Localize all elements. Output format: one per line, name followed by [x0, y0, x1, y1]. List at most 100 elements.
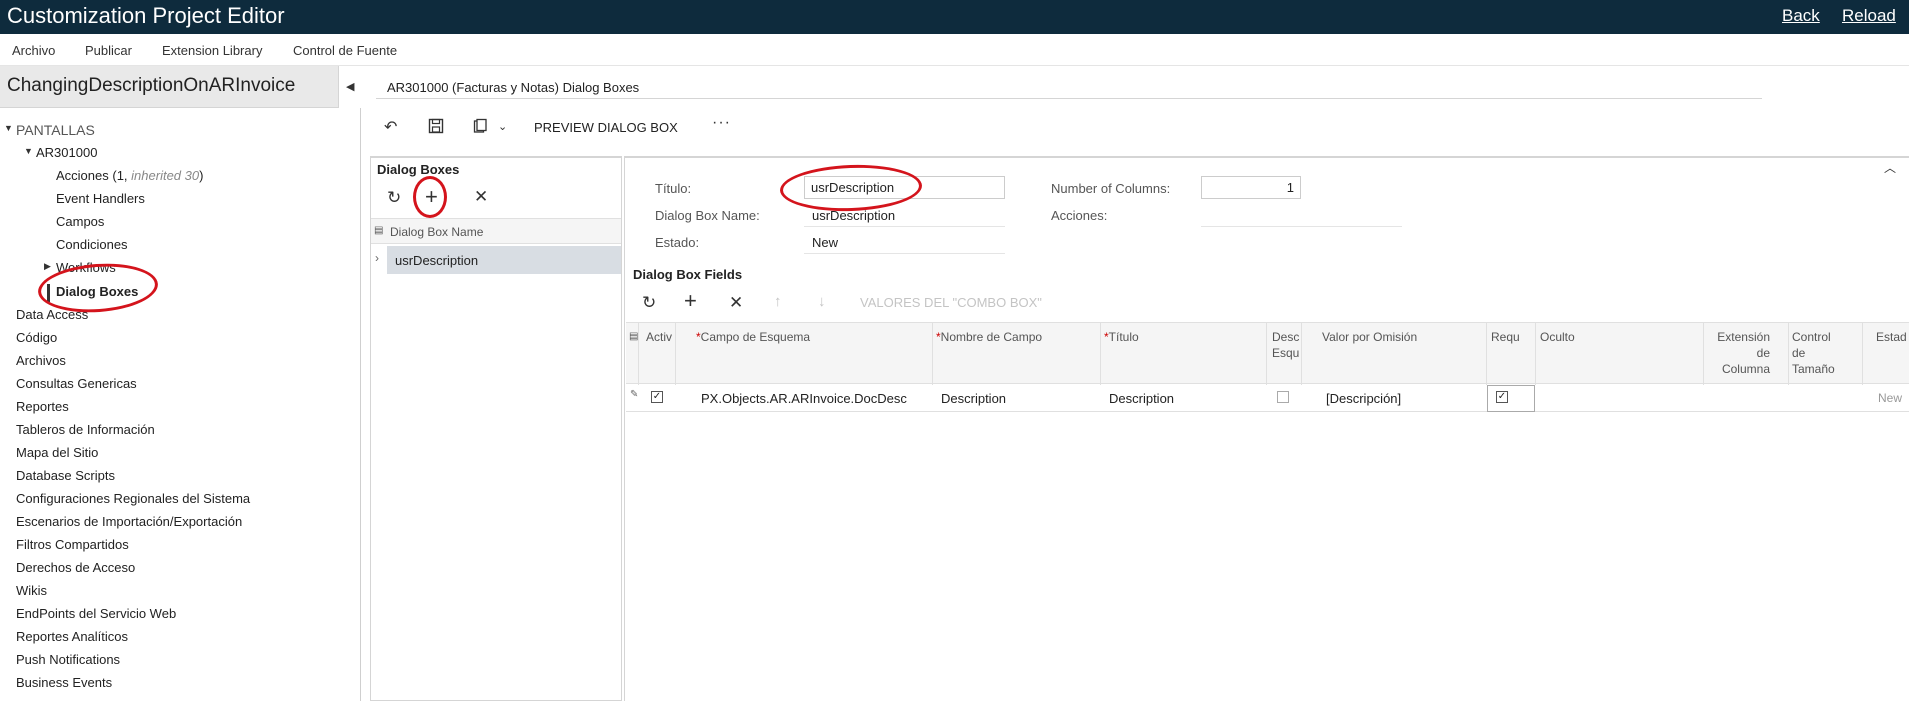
tree-node-mapa-sitio[interactable]: Mapa del Sitio	[16, 445, 98, 460]
column-header-titulo[interactable]: *Título	[1104, 329, 1139, 345]
tree-node-endpoints[interactable]: EndPoints del Servicio Web	[16, 606, 176, 621]
delete-icon[interactable]: ✕	[729, 294, 743, 311]
tree-node-archivos[interactable]: Archivos	[16, 353, 66, 368]
tree-node-business-events[interactable]: Business Events	[16, 675, 112, 690]
tree-node-ar301000[interactable]: ▼ AR301000	[24, 145, 97, 160]
selection-indicator	[47, 284, 50, 302]
tree-node-derechos[interactable]: Derechos de Acceso	[16, 560, 135, 575]
nombre-campo-cell[interactable]: Description	[941, 391, 1006, 406]
refresh-icon[interactable]: ↻	[387, 189, 401, 206]
estado-cell: New	[1878, 391, 1903, 405]
header-label: Tamaño	[1792, 362, 1835, 376]
reload-link[interactable]: Reload	[1842, 6, 1896, 26]
field-underline	[804, 253, 1005, 254]
column-header-estado[interactable]: Estad	[1876, 329, 1907, 345]
collapse-form-icon[interactable]: ︿	[1884, 162, 1896, 174]
caret-left-icon: ◀	[346, 81, 355, 93]
save-icon[interactable]	[428, 118, 444, 139]
header-label: de	[1792, 346, 1806, 360]
dialog-box-name-cell[interactable]: usrDescription	[395, 253, 478, 268]
column-header-nombre-campo[interactable]: *Nombre de Campo	[936, 329, 1042, 345]
combo-box-values-button[interactable]: VALORES DEL "COMBO BOX"	[860, 296, 1042, 309]
tree-node-workflows[interactable]: ▶ Workflows	[44, 260, 116, 275]
tree-node-pantallas[interactable]: ▼ PANTALLAS	[4, 122, 95, 138]
titulo-input[interactable]	[804, 176, 1005, 199]
menu-control-de-fuente[interactable]: Control de Fuente	[293, 43, 397, 58]
titulo-cell[interactable]: Description	[1109, 391, 1174, 406]
clipboard-icon[interactable]	[472, 118, 488, 139]
table-row[interactable]: ✎ ✓ PX.Objects.AR.ARInvoice.DocDesc Desc…	[626, 385, 1909, 412]
collapse-panel-button[interactable]: ◀	[338, 66, 361, 108]
table-row[interactable]: › usrDescription	[371, 246, 621, 274]
tree-node-data-access[interactable]: Data Access	[16, 307, 88, 322]
campo-esquema-cell[interactable]: PX.Objects.AR.ARInvoice.DocDesc	[701, 391, 907, 406]
tree-node-push-notifications[interactable]: Push Notifications	[16, 652, 120, 667]
column-divider	[675, 323, 676, 385]
column-header-requerido[interactable]: Requ	[1491, 329, 1520, 345]
column-header-valor-omision[interactable]: Valor por Omisión	[1322, 329, 1417, 345]
grid-settings-icon[interactable]: ▤	[374, 225, 383, 236]
number-of-columns-label: Number of Columns:	[1051, 181, 1171, 196]
add-icon[interactable]: +	[425, 186, 438, 208]
chevron-down-icon[interactable]: ⌄	[498, 120, 507, 133]
tree-node-escenarios[interactable]: Escenarios de Importación/Exportación	[16, 514, 242, 529]
tree-node-label: Acciones (1,	[56, 168, 132, 183]
tree-node-condiciones[interactable]: Condiciones	[56, 237, 128, 252]
delete-icon[interactable]: ✕	[474, 188, 488, 205]
column-header-dialog-box-name[interactable]: Dialog Box Name	[390, 225, 483, 239]
arrow-down-icon[interactable]: ↓	[818, 294, 826, 309]
activo-checkbox[interactable]: ✓	[651, 391, 663, 403]
tree-node-dialog-boxes[interactable]: Dialog Boxes	[56, 284, 138, 299]
column-divider	[1535, 323, 1536, 385]
column-header-control-tamano[interactable]: Control de Tamaño	[1792, 329, 1835, 377]
tree-node-codigo[interactable]: Código	[16, 330, 57, 345]
header-label: Campo de Esquema	[700, 330, 811, 344]
chevron-right-icon[interactable]: ›	[375, 251, 379, 265]
undo-icon[interactable]: ↶	[384, 117, 397, 137]
number-of-columns-input[interactable]	[1201, 176, 1301, 199]
arrow-up-icon[interactable]: ↑	[774, 294, 782, 309]
tree-node-wikis[interactable]: Wikis	[16, 583, 47, 598]
column-header-campo-esquema[interactable]: *Campo de Esquema	[696, 329, 810, 345]
requerido-cell[interactable]: ✓	[1487, 385, 1535, 412]
tree-node-reportes-analiticos[interactable]: Reportes Analíticos	[16, 629, 128, 644]
refresh-icon[interactable]: ↻	[642, 294, 656, 311]
menu-extension-library[interactable]: Extension Library	[162, 43, 262, 58]
tree-node-filtros[interactable]: Filtros Compartidos	[16, 537, 129, 552]
column-header-activo[interactable]: Activ	[646, 329, 672, 345]
menu-publicar[interactable]: Publicar	[85, 43, 132, 58]
preview-dialog-box-button[interactable]: PREVIEW DIALOG BOX	[534, 120, 678, 135]
tree-node-reportes[interactable]: Reportes	[16, 399, 69, 414]
app-title: Customization Project Editor	[7, 3, 285, 28]
header-label: Nombre de Campo	[940, 330, 1043, 344]
dialog-boxes-grid-header: ▤ Dialog Box Name	[371, 218, 621, 244]
tree-node-campos[interactable]: Campos	[56, 214, 104, 229]
project-header: ChangingDescriptionOnARInvoice ◀	[0, 66, 361, 108]
column-header-oculto[interactable]: Oculto	[1540, 329, 1575, 345]
column-divider	[1788, 323, 1789, 385]
add-icon[interactable]: +	[684, 290, 697, 312]
tree-node-tableros[interactable]: Tableros de Información	[16, 422, 155, 437]
requerido-checkbox[interactable]: ✓	[1496, 391, 1508, 403]
dialog-box-fields-title: Dialog Box Fields	[633, 267, 743, 282]
desc-esquema-checkbox[interactable]	[1277, 391, 1289, 403]
tree-node-event-handlers[interactable]: Event Handlers	[56, 191, 145, 206]
column-header-desc-esquema[interactable]: Desc Esqu	[1272, 329, 1299, 361]
column-header-extension-columna[interactable]: Extensión de Columna	[1708, 329, 1770, 377]
tree-node-label: PANTALLAS	[16, 122, 95, 138]
tree-node-config-regionales[interactable]: Configuraciones Regionales del Sistema	[16, 491, 250, 506]
menu-archivo[interactable]: Archivo	[12, 43, 55, 58]
valor-omision-cell[interactable]: [Descripción]	[1326, 391, 1401, 406]
back-link[interactable]: Back	[1782, 6, 1820, 26]
header-label: Control	[1792, 330, 1831, 344]
tree-node-database-scripts[interactable]: Database Scripts	[16, 468, 115, 483]
caret-down-icon: ▼	[24, 146, 33, 156]
titulo-label: Título:	[655, 181, 692, 196]
tree-node-consultas[interactable]: Consultas Genericas	[16, 376, 137, 391]
more-options-button[interactable]: ···	[712, 114, 731, 132]
header-label: Columna	[1721, 362, 1770, 376]
dialog-boxes-title: Dialog Boxes	[377, 162, 460, 177]
column-divider	[932, 323, 933, 385]
menu-bar: Archivo Publicar Extension Library Contr…	[0, 34, 1909, 66]
tree-node-acciones[interactable]: Acciones (1, inherited 30)	[56, 168, 203, 183]
